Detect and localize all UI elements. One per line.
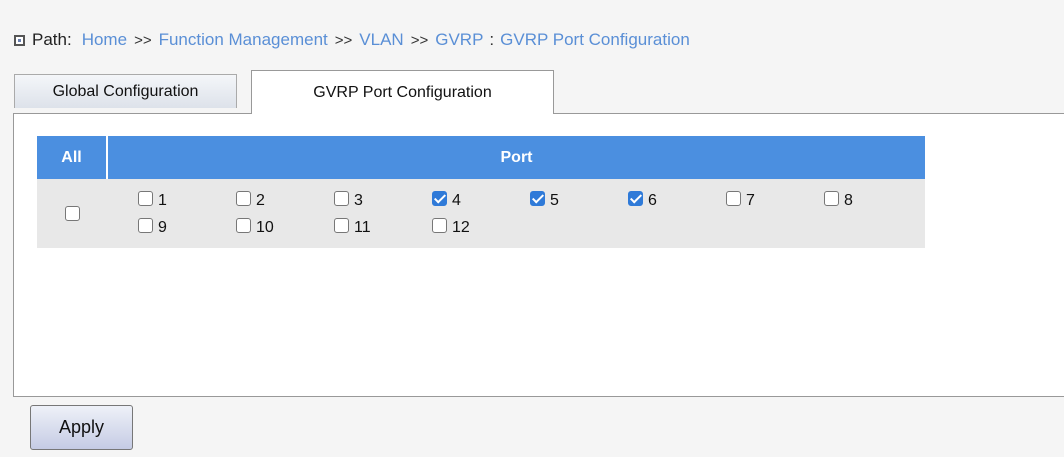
header-all: All	[37, 136, 108, 179]
config-panel: All Port 1 2 3 4 5 6 7 8 9 10 11 12	[13, 113, 1064, 397]
table-header: All Port	[37, 136, 925, 179]
port-8-checkbox[interactable]	[824, 191, 839, 206]
square-bullet-icon	[14, 34, 25, 46]
apply-button[interactable]: Apply	[30, 405, 133, 450]
breadcrumb-separator: >>	[410, 31, 429, 49]
breadcrumb-gvrp-port-configuration[interactable]: GVRP Port Configuration	[500, 30, 690, 50]
port-9-label: 9	[158, 219, 167, 236]
port-5-label: 5	[550, 192, 559, 209]
port-7-label: 7	[746, 192, 755, 209]
breadcrumb-colon: :	[489, 30, 495, 49]
breadcrumb-separator: >>	[134, 31, 152, 49]
port-3-label: 3	[354, 192, 363, 209]
breadcrumb-home[interactable]: Home	[82, 30, 127, 50]
port-2-label: 2	[256, 192, 265, 209]
breadcrumb-function-management[interactable]: Function Management	[159, 30, 328, 50]
all-cell	[37, 179, 108, 248]
port-8-label: 8	[844, 192, 853, 209]
port-12-label: 12	[452, 219, 470, 236]
port-10-checkbox[interactable]	[236, 218, 251, 233]
port-3-checkbox[interactable]	[334, 191, 349, 206]
breadcrumb: Path: Home >> Function Management >> VLA…	[14, 28, 690, 52]
port-4-label: 4	[452, 192, 461, 209]
path-label: Path:	[32, 30, 72, 49]
breadcrumb-gvrp[interactable]: GVRP	[435, 30, 483, 50]
port-table: All Port 1 2 3 4 5 6 7 8 9 10 11 12	[37, 136, 925, 248]
port-9-checkbox[interactable]	[138, 218, 153, 233]
port-1-checkbox[interactable]	[138, 191, 153, 206]
port-10-label: 10	[256, 219, 274, 236]
port-6-label: 6	[648, 192, 657, 209]
select-all-checkbox[interactable]	[65, 206, 80, 221]
tab-global-configuration[interactable]: Global Configuration	[14, 74, 237, 108]
port-11-label: 11	[354, 219, 371, 236]
port-6-checkbox[interactable]	[628, 191, 643, 206]
tab-gvrp-port-configuration[interactable]: GVRP Port Configuration	[251, 70, 554, 114]
ports-cell: 1 2 3 4 5 6 7 8 9 10 11 12	[108, 179, 925, 248]
breadcrumb-vlan[interactable]: VLAN	[359, 30, 403, 50]
port-11-checkbox[interactable]	[334, 218, 349, 233]
breadcrumb-separator: >>	[334, 31, 353, 49]
port-5-checkbox[interactable]	[530, 191, 545, 206]
port-12-checkbox[interactable]	[432, 218, 447, 233]
header-port: Port	[500, 148, 533, 166]
port-2-checkbox[interactable]	[236, 191, 251, 206]
port-1-label: 1	[158, 192, 167, 209]
table-row: 1 2 3 4 5 6 7 8 9 10 11 12	[37, 179, 925, 248]
port-4-checkbox[interactable]	[432, 191, 447, 206]
port-7-checkbox[interactable]	[726, 191, 741, 206]
